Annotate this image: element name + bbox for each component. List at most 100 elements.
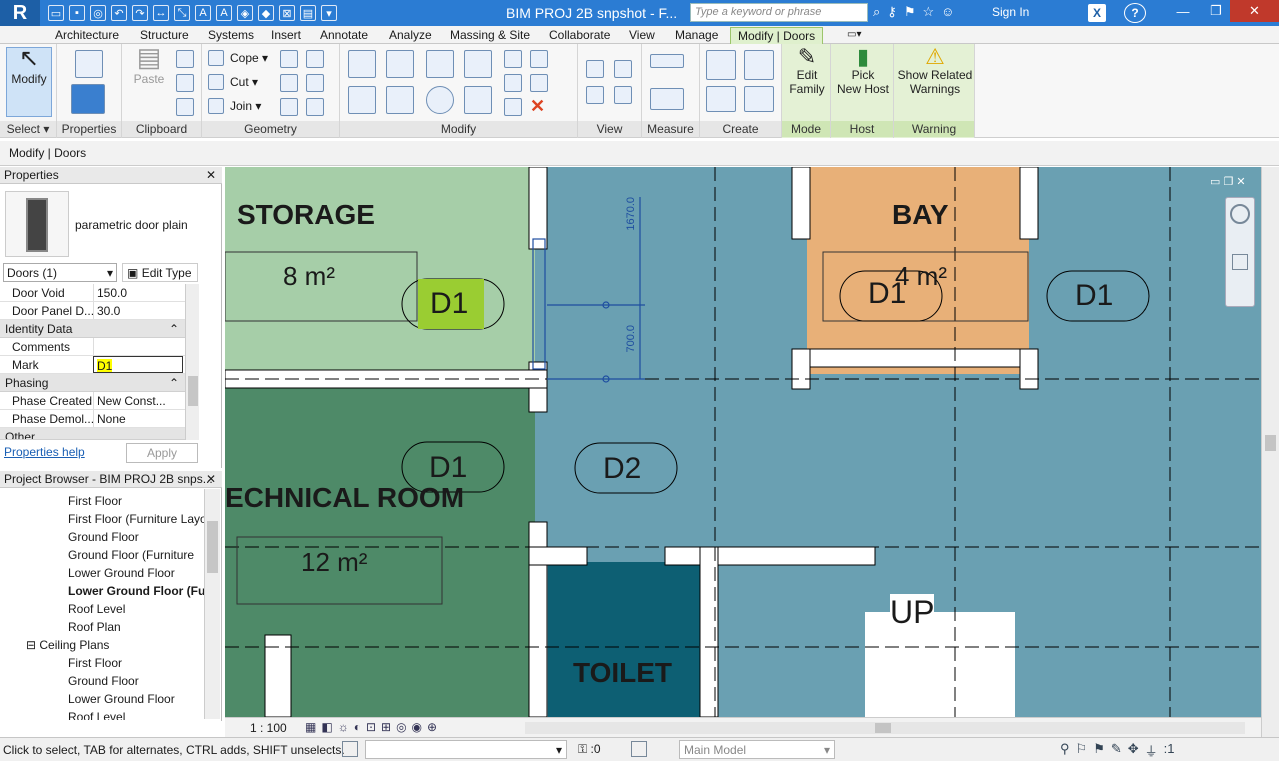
copy-clipboard-icon[interactable] (176, 74, 194, 92)
group-phasing[interactable]: Phasing ⌃ (0, 374, 185, 392)
aligned-dimension-icon[interactable] (650, 88, 684, 110)
show-warnings-button[interactable]: ⚠ Show Related Warnings (896, 46, 974, 97)
tree-item[interactable]: Ground Floor (68, 674, 139, 688)
worksets-icon[interactable] (342, 741, 358, 757)
panel-label-select[interactable]: Select ▾ (0, 121, 56, 137)
trim-extend-icon[interactable] (464, 86, 492, 114)
tab-collaborate[interactable]: Collaborate (542, 27, 617, 44)
crop-view-icon[interactable]: ⊡ (366, 720, 376, 734)
close-icon[interactable]: ✕ (206, 168, 216, 182)
select-underlay-icon[interactable]: ⚐ (1076, 741, 1088, 760)
customize-qat-icon[interactable]: ▾ (321, 5, 337, 21)
prop-row-phase-demolished[interactable]: Phase Demol... None (0, 410, 185, 428)
apply-button[interactable]: Apply (126, 443, 198, 463)
sync-icon[interactable]: ◎ (90, 5, 106, 21)
select-links-icon[interactable]: ⚲ (1060, 741, 1070, 760)
edit-type-button[interactable]: ▣ Edit Type (122, 263, 198, 282)
prop-row-door-panel[interactable]: Door Panel D... 30.0 (0, 302, 185, 320)
drag-elements-icon[interactable]: ✥ (1128, 741, 1139, 760)
design-option-dropdown[interactable]: Main Model ▾ (679, 740, 835, 759)
create-parts-icon[interactable] (744, 50, 774, 80)
tab-manage[interactable]: Manage (668, 27, 725, 44)
edit-profile-icon[interactable] (280, 98, 298, 116)
shadows-icon[interactable]: ◐ (354, 720, 361, 734)
tree-item[interactable]: First Floor (Furniture Layo (68, 512, 207, 526)
zoom-icon[interactable] (1232, 254, 1248, 270)
tree-item-active[interactable]: Lower Ground Floor (Fur (68, 584, 210, 598)
tab-architecture[interactable]: Architecture (48, 27, 126, 44)
save-icon[interactable]: ▪ (69, 5, 85, 21)
tab-systems[interactable]: Systems (201, 27, 261, 44)
align-icon[interactable] (348, 50, 376, 78)
close-button[interactable]: ✕ (1230, 0, 1279, 22)
tab-modify-doors[interactable]: Modify | Doors (730, 27, 824, 44)
binoculars-icon[interactable]: ⌕ (873, 4, 880, 22)
paint-icon[interactable] (306, 50, 324, 68)
join-icon[interactable] (208, 98, 224, 114)
temporary-dimension[interactable]: 700.0 (625, 325, 637, 353)
group-other[interactable]: Other (0, 428, 185, 440)
mark-input[interactable]: D1 (93, 356, 183, 373)
type-properties-icon[interactable] (75, 50, 103, 78)
undo-icon[interactable]: ↶ (111, 5, 127, 21)
show-crop-icon[interactable]: ⊞ (381, 720, 391, 734)
split-icon[interactable] (504, 50, 522, 68)
open-icon[interactable]: ▭ (48, 5, 64, 21)
section-icon[interactable]: ◆ (258, 5, 274, 21)
dimension-icon[interactable]: ⤡ (174, 5, 190, 21)
offset-icon[interactable] (386, 50, 414, 78)
door-tag-d1[interactable]: D1 (430, 287, 468, 321)
tree-item[interactable]: First Floor (68, 656, 122, 670)
cope-button[interactable]: Cope ▾ (230, 51, 268, 65)
copy-icon[interactable] (386, 86, 414, 114)
door-tag-d1[interactable]: D1 (429, 451, 467, 485)
measure-tool-icon[interactable] (650, 54, 684, 68)
temporary-dimension[interactable]: 1670.0 (625, 197, 637, 231)
join-button[interactable]: Join ▾ (230, 99, 261, 113)
pick-new-host-button[interactable]: ▮ Pick New Host (833, 46, 893, 97)
view-window-controls[interactable]: ▭ ❐ ✕ (1210, 175, 1246, 188)
door-tag-d2[interactable]: D2 (603, 452, 641, 486)
move-icon[interactable] (348, 86, 376, 114)
tree-item[interactable]: First Floor (68, 494, 122, 508)
group-identity-data[interactable]: Identity Data ⌃ (0, 320, 185, 338)
properties-scrollbar[interactable] (185, 284, 199, 440)
mirror-axis-icon[interactable] (426, 50, 454, 78)
tab-massing-site[interactable]: Massing & Site (443, 27, 537, 44)
design-options-icon[interactable] (631, 741, 647, 757)
text-icon[interactable]: A (216, 5, 232, 21)
selection-box-icon[interactable] (614, 86, 632, 104)
properties-help-link[interactable]: Properties help (4, 445, 85, 459)
scroll-thumb[interactable] (207, 521, 218, 573)
wall-joins-icon[interactable] (280, 74, 298, 92)
tab-analyze[interactable]: Analyze (382, 27, 439, 44)
help-icon[interactable]: ? (1124, 3, 1146, 23)
edit-family-button[interactable]: ✎ Edit Family (786, 46, 828, 97)
create-assembly-icon[interactable] (706, 50, 736, 80)
tree-item[interactable]: Ground Floor (Furniture (68, 548, 194, 562)
drawing-area[interactable]: STORAGE BAY ECHNICAL ROOM TOILET 8 m² 4 … (225, 167, 1261, 717)
favorites-icon[interactable]: ☆ (922, 4, 934, 22)
detail-level-icon[interactable]: ▦ (305, 720, 316, 734)
modify-tool-button[interactable]: ↖ Modify (6, 47, 52, 117)
door-tag-d1[interactable]: D1 (1075, 279, 1113, 313)
cut-clipboard-icon[interactable] (176, 50, 194, 68)
pin-icon[interactable] (504, 98, 522, 116)
split-gap-icon[interactable] (530, 50, 548, 68)
instance-selector[interactable]: Doors (1) ▾ (3, 263, 117, 282)
switch-windows-icon[interactable]: ▤ (300, 5, 316, 21)
analytical-model-icon[interactable]: ⊕ (427, 720, 437, 734)
array-icon[interactable] (504, 74, 522, 92)
3d-view-icon[interactable]: ◈ (237, 5, 253, 21)
create-similar-icon[interactable] (744, 86, 774, 112)
workset-dropdown[interactable]: ▾ (365, 740, 567, 759)
editing-requests[interactable]: ⚿ :0 (578, 742, 601, 757)
select-pinned-icon[interactable]: ⚑ (1093, 741, 1105, 760)
properties-palette-icon[interactable] (71, 84, 105, 114)
visual-style-icon[interactable]: ◧ (321, 720, 332, 734)
subscription-icon[interactable]: ⚑ (904, 4, 916, 22)
user-icon[interactable]: ☺ (941, 4, 954, 22)
scale-icon[interactable] (530, 74, 548, 92)
rotate-icon[interactable] (426, 86, 454, 114)
browser-scrollbar[interactable] (204, 489, 220, 719)
